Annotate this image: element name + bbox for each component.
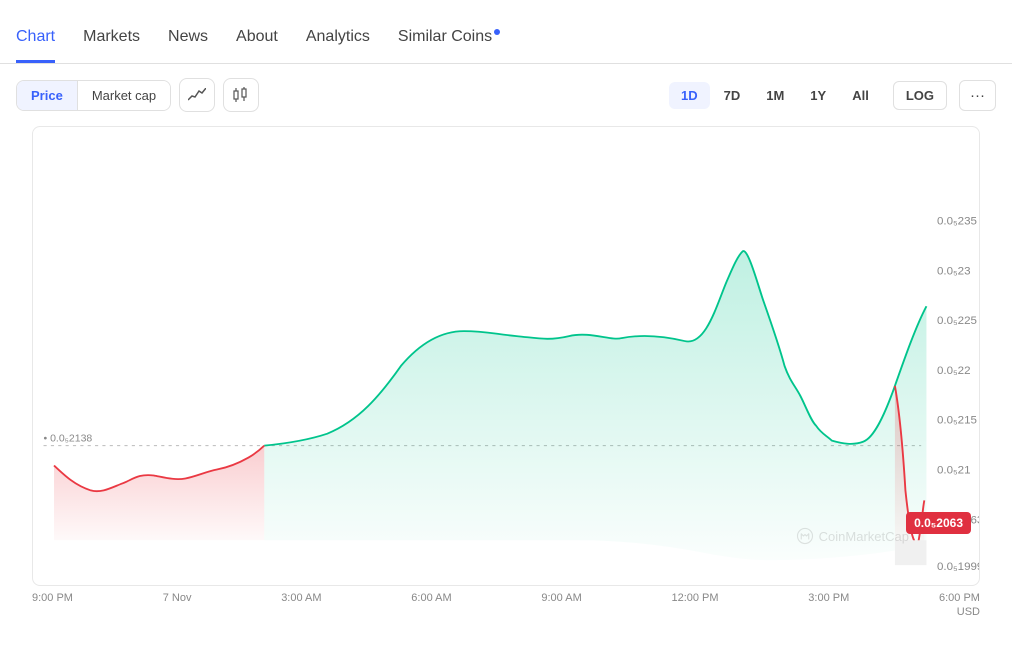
svg-text:• 0.0₅2138: • 0.0₅2138 — [44, 434, 93, 445]
red-area-left — [54, 446, 264, 541]
market-cap-button[interactable]: Market cap — [78, 81, 170, 110]
cmc-logo — [796, 527, 814, 545]
tab-analytics[interactable]: Analytics — [306, 28, 370, 63]
log-scale-button[interactable]: LOG — [893, 81, 947, 110]
more-options-button[interactable]: ··· — [959, 80, 996, 111]
tab-markets[interactable]: Markets — [83, 28, 140, 63]
time-1y[interactable]: 1Y — [798, 82, 838, 109]
svg-text:0.0₅21: 0.0₅21 — [937, 465, 971, 477]
svg-text:0.0₅225: 0.0₅225 — [937, 315, 977, 327]
tab-chart[interactable]: Chart — [16, 28, 55, 63]
svg-text:0.0₅23: 0.0₅23 — [937, 266, 971, 278]
candle-icon — [232, 87, 250, 103]
notification-dot — [494, 29, 500, 35]
tab-similar-coins[interactable]: Similar Coins — [398, 28, 500, 63]
price-button[interactable]: Price — [17, 81, 78, 110]
candle-chart-button[interactable] — [223, 78, 259, 112]
time-range-group: 1D 7D 1M 1Y All — [669, 82, 881, 109]
chart-toolbar: Price Market cap 1D 7D 1M 1Y All LOG ··· — [0, 64, 1012, 126]
price-chart: 0.0₅235 0.0₅23 0.0₅225 0.0₅22 0.0₅215 0.… — [32, 126, 980, 586]
svg-text:0.0₅235: 0.0₅235 — [937, 216, 977, 228]
current-price-badge: 0.0₅2063 — [906, 512, 971, 534]
svg-text:0.0₅22: 0.0₅22 — [937, 365, 971, 377]
green-area — [264, 251, 926, 560]
watermark: CoinMarketCap — [796, 527, 909, 545]
time-7d[interactable]: 7D — [712, 82, 753, 109]
price-marketcap-toggle: Price Market cap — [16, 80, 171, 111]
x-axis-labels: 9:00 PM 7 Nov 3:00 AM 6:00 AM 9:00 AM 12… — [16, 586, 996, 604]
tab-navigation: Chart Markets News About Analytics Simil… — [0, 0, 1012, 64]
time-1m[interactable]: 1M — [754, 82, 796, 109]
line-icon — [188, 88, 206, 102]
svg-text:0.0₅1999: 0.0₅1999 — [937, 561, 979, 573]
usd-label: USD — [16, 606, 996, 618]
chart-svg: 0.0₅235 0.0₅23 0.0₅225 0.0₅22 0.0₅215 0.… — [33, 127, 979, 585]
tab-about[interactable]: About — [236, 28, 278, 63]
svg-text:0.0₅215: 0.0₅215 — [937, 415, 977, 427]
time-1d[interactable]: 1D — [669, 82, 710, 109]
line-chart-button[interactable] — [179, 78, 215, 112]
tab-news[interactable]: News — [168, 28, 208, 63]
time-all[interactable]: All — [840, 82, 881, 109]
